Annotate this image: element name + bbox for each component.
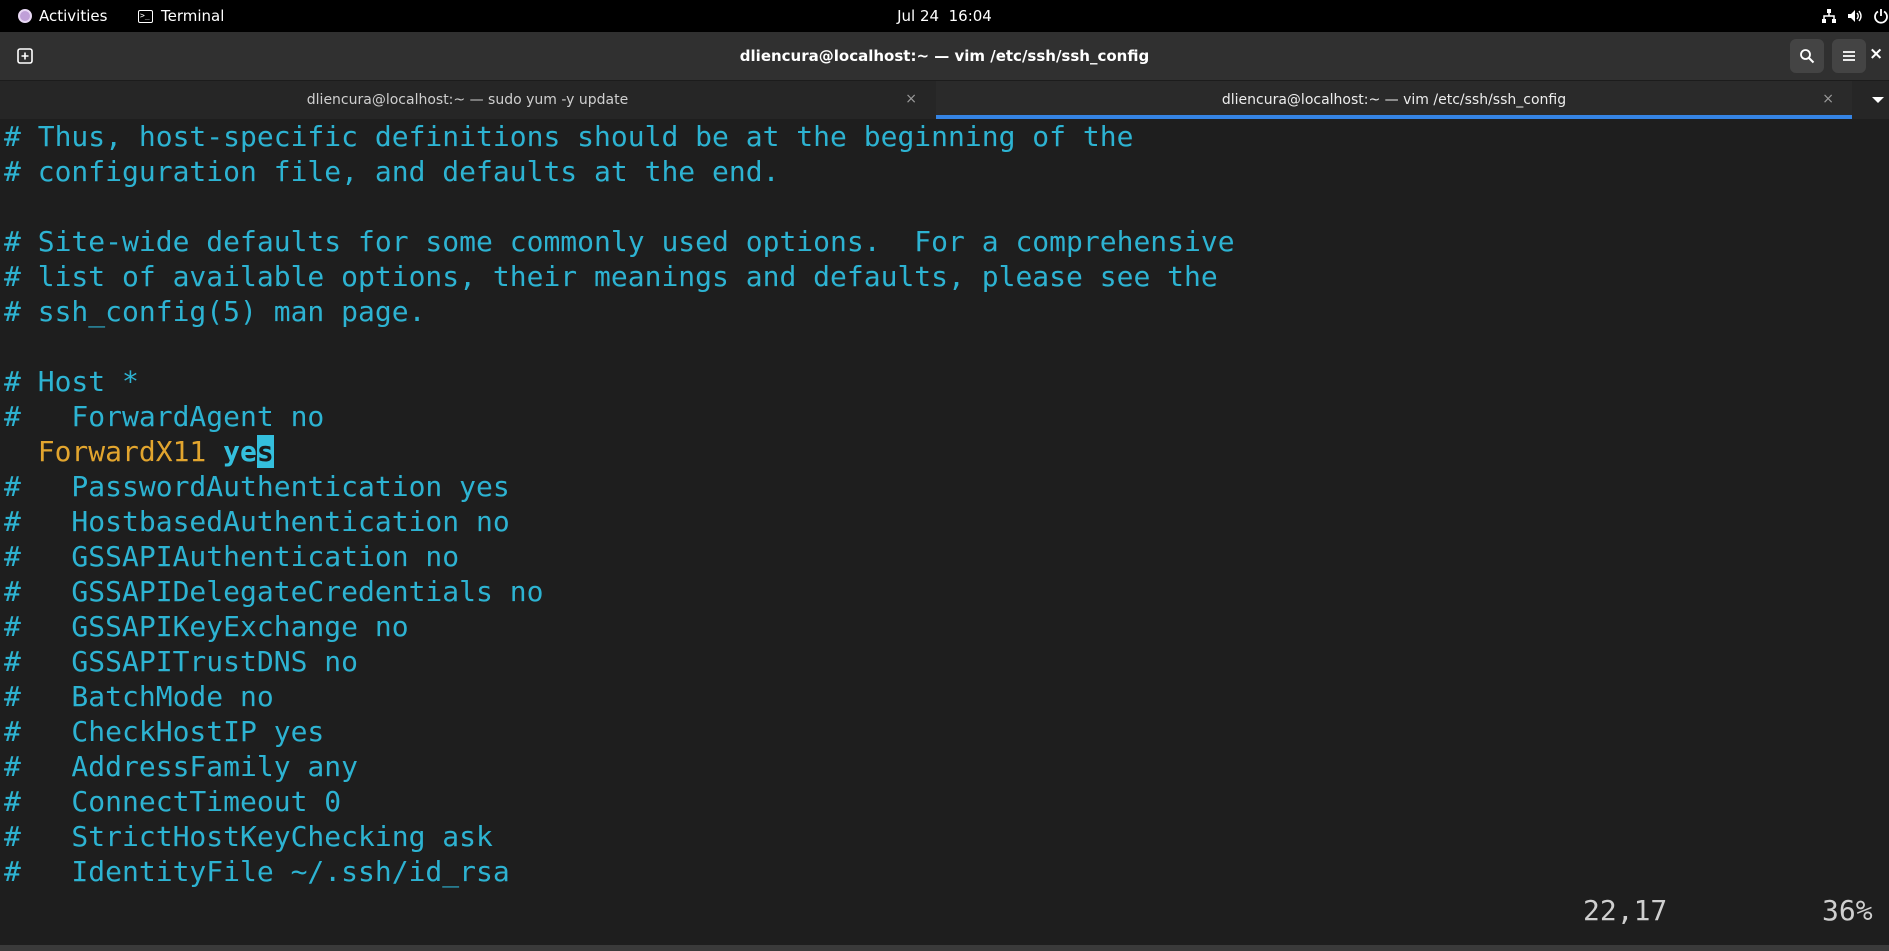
tab-label: dliencura@localhost:~ — vim /etc/ssh/ssh…	[1221, 92, 1567, 108]
activities-label: Activities	[39, 7, 108, 25]
terminal-viewport[interactable]: # Thus, host-specific definitions should…	[0, 120, 1889, 945]
vim-scroll-percent: 36%	[1822, 894, 1873, 927]
editor-line: # GSSAPIAuthentication no	[4, 540, 460, 573]
editor-line: # Site-wide defaults for some commonly u…	[4, 225, 1235, 258]
editor-line: # StrictHostKeyChecking ask	[4, 820, 493, 853]
tab-bar: dliencura@localhost:~ — sudo yum -y upda…	[0, 81, 1889, 119]
text-cursor: s	[256, 435, 274, 468]
active-tab-indicator	[936, 115, 1852, 119]
editor-line: # list of available options, their meani…	[4, 260, 1218, 293]
volume-icon	[1848, 10, 1862, 22]
editor-line-active: ForwardX11 yes	[4, 435, 274, 469]
network-icon	[1822, 9, 1836, 23]
editor-line: # AddressFamily any	[4, 750, 359, 783]
editor-line: # HostbasedAuthentication no	[4, 505, 510, 538]
power-icon	[1874, 9, 1888, 24]
editor-line: # Thus, host-specific definitions should…	[4, 120, 1134, 153]
gnome-top-bar: Activities >_ Terminal Jul 24 16:04	[0, 0, 1889, 32]
tab-vim-ssh-config[interactable]: dliencura@localhost:~ — vim /etc/ssh/ssh…	[936, 81, 1852, 119]
activities-icon	[18, 9, 32, 23]
clock: Jul 24 16:04	[0, 0, 1889, 32]
editor-line: # GSSAPIDelegateCredentials no	[4, 575, 544, 608]
tab-label: dliencura@localhost:~ — sudo yum -y upda…	[306, 92, 629, 108]
clock-date: Jul 24	[897, 7, 940, 25]
close-icon: ×	[1869, 44, 1884, 64]
system-tray[interactable]	[1821, 0, 1889, 32]
editor-line: # configuration file, and defaults at th…	[4, 155, 780, 188]
editor-line: # ssh_config(5) man page.	[4, 295, 426, 328]
editor-line: # IdentityFile ~/.ssh/id_rsa	[4, 855, 510, 888]
editor-line: # GSSAPITrustDNS no	[4, 645, 359, 678]
editor-line: # Host *	[4, 365, 139, 398]
clock-time: 16:04	[948, 7, 992, 25]
tab-close-icon[interactable]: ×	[905, 91, 917, 107]
tab-overview-button[interactable]	[1867, 93, 1889, 109]
editor-line: # BatchMode no	[4, 680, 274, 713]
app-name: Terminal	[161, 7, 225, 25]
menu-button[interactable]	[1832, 39, 1866, 73]
tab-yum-update[interactable]: dliencura@localhost:~ — sudo yum -y upda…	[0, 81, 935, 119]
config-keyword: ForwardX11	[37, 435, 207, 468]
editor-line: # ForwardAgent no	[4, 400, 325, 433]
terminal-header-bar: dliencura@localhost:~ — vim /etc/ssh/ssh…	[0, 32, 1889, 81]
search-icon	[1800, 49, 1815, 64]
tab-close-icon[interactable]: ×	[1822, 91, 1834, 107]
editor-line: # PasswordAuthentication yes	[4, 470, 510, 503]
window-bottom-edge	[0, 945, 1889, 951]
vim-cursor-position: 22,17	[1583, 894, 1668, 927]
app-menu[interactable]: >_ Terminal	[138, 0, 224, 32]
terminal-icon: >_	[138, 9, 153, 23]
clock-button[interactable]: Jul 24 16:04	[897, 7, 992, 25]
config-value: ye	[223, 435, 257, 468]
search-button[interactable]	[1790, 39, 1824, 73]
activities-button[interactable]: Activities	[18, 0, 107, 32]
new-tab-icon	[17, 48, 33, 64]
new-tab-button[interactable]	[8, 40, 42, 72]
window-title: dliencura@localhost:~ — vim /etc/ssh/ssh…	[739, 47, 1150, 65]
window-close-button[interactable]: ×	[1869, 44, 1889, 68]
editor-line: # CheckHostIP yes	[4, 715, 325, 748]
line-space	[206, 435, 223, 468]
chevron-down-icon	[1872, 97, 1884, 103]
hamburger-menu-icon	[1843, 51, 1855, 61]
editor-line: # GSSAPIKeyExchange no	[4, 610, 409, 643]
editor-line: # ConnectTimeout 0	[4, 785, 342, 818]
